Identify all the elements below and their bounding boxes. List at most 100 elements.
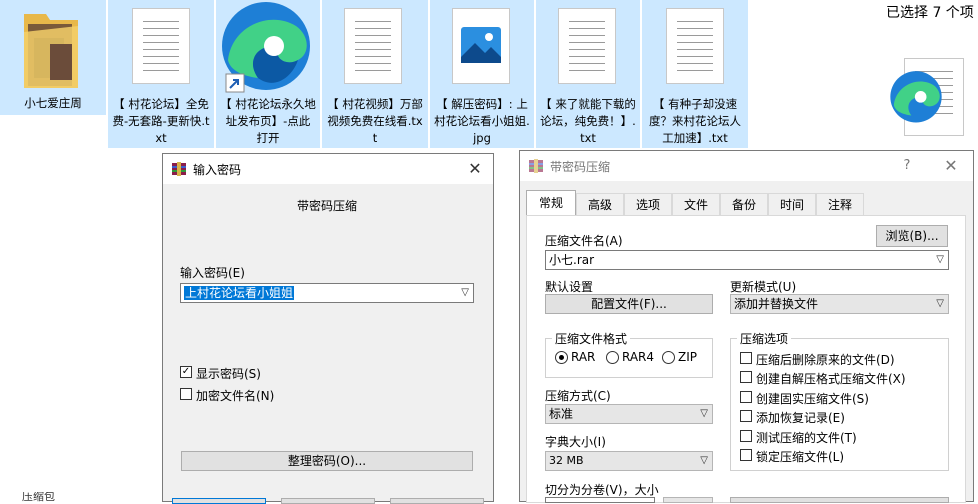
text-file-icon — [344, 8, 402, 84]
winrar-icon — [172, 162, 186, 176]
close-icon[interactable]: ✕ — [463, 158, 487, 180]
file-tile-txt-1[interactable]: 【 村花论坛】全免费-无套路-更新快.txt — [108, 0, 214, 148]
option-test-checkbox[interactable] — [740, 430, 752, 442]
image-file-icon — [452, 8, 510, 84]
file-tile-txt-2[interactable]: 【 村花视频】万部视频免费在线看.txt — [322, 0, 428, 148]
tab-strip: 常规 高级 选项 文件 备份 时间 注释 — [526, 190, 966, 215]
format-rar4-label: RAR4 — [622, 350, 655, 364]
tab-general[interactable]: 常规 — [526, 190, 576, 215]
archive-dialog: 带密码压缩 ? ✕ 常规 高级 选项 文件 备份 时间 注释 压缩文件名(A) … — [519, 150, 974, 503]
edge-icon — [890, 71, 942, 123]
chevron-down-icon[interactable]: ▽ — [700, 405, 708, 423]
update-mode-select[interactable]: 添加并替换文件 ▽ — [730, 294, 949, 314]
preview-pane: 已选择 7 个项 — [860, 0, 978, 150]
organize-passwords-button[interactable]: 整理密码(O)... — [181, 451, 473, 471]
dictionary-label: 字典大小(I) — [545, 435, 606, 449]
file-name: 【 村花论坛】全免费-无套路-更新快.txt — [112, 97, 210, 145]
dictionary-value: 32 MB — [549, 454, 584, 467]
format-rar4-radio[interactable] — [606, 351, 619, 364]
archive-name-value: 小七.rar — [549, 253, 595, 267]
chevron-down-icon[interactable]: ▽ — [700, 452, 708, 470]
dictionary-select[interactable]: 32 MB ▽ — [545, 451, 713, 471]
close-icon[interactable]: ✕ — [939, 155, 963, 177]
chevron-down-icon[interactable]: ▽ — [936, 295, 944, 313]
ok-button[interactable] — [172, 498, 266, 504]
winrar-icon — [529, 159, 543, 173]
update-mode-value: 添加并替换文件 — [734, 297, 819, 311]
dialog-title: 带密码压缩 — [550, 160, 611, 174]
selection-status: 已选择 7 个项 — [886, 5, 974, 21]
option-label: 添加恢复记录(E) — [756, 411, 845, 425]
encrypt-filenames-label: 加密文件名(N) — [196, 389, 275, 403]
tab-backup[interactable]: 备份 — [720, 193, 768, 215]
encrypt-filenames-checkbox[interactable] — [180, 388, 192, 400]
chevron-down-icon[interactable]: ▽ — [461, 284, 469, 302]
format-group-title: 压缩文件格式 — [552, 330, 631, 347]
option-lock-checkbox[interactable] — [740, 449, 752, 461]
format-rar-label: RAR — [571, 350, 596, 364]
file-tile-jpg[interactable]: 【 解压密码】: 上村花论坛看小姐姐.jpg — [430, 0, 534, 148]
option-label: 创建固实压缩文件(S) — [756, 392, 869, 406]
file-tile-txt-3[interactable]: 【 来了就能下载的论坛，纯免费！】.txt — [536, 0, 640, 148]
archive-name-input[interactable]: 小七.rar ▽ — [545, 250, 949, 270]
archive-name-label: 压缩文件名(A) — [545, 234, 623, 248]
archive-dialog-titlebar[interactable]: 带密码压缩 ? ✕ — [520, 151, 973, 181]
show-password-label: 显示密码(S) — [196, 367, 261, 381]
dialog-title: 输入密码 — [193, 163, 242, 177]
tab-time[interactable]: 时间 — [768, 193, 816, 215]
option-recovery-checkbox[interactable] — [740, 410, 752, 422]
file-name: 【 来了就能下载的论坛，纯免费！】.txt — [540, 97, 636, 145]
format-zip-label: ZIP — [678, 350, 697, 364]
password-input[interactable]: 上村花论坛看小姐姐 ▽ — [180, 283, 474, 303]
password-label: 输入密码(E) — [180, 266, 245, 280]
method-value: 标准 — [549, 407, 574, 421]
file-name: 【 解压密码】: 上村花论坛看小姐姐.jpg — [434, 97, 530, 145]
options-group-title: 压缩选项 — [737, 330, 792, 347]
option-label: 测试压缩的文件(T) — [756, 431, 857, 445]
split-volumes-label: 切分为分卷(V)，大小 — [545, 483, 659, 497]
file-name: 【 村花视频】万部视频免费在线看.txt — [327, 97, 423, 145]
dialog-subtitle: 带密码压缩 — [297, 199, 358, 213]
option-label: 压缩后删除原来的文件(D) — [756, 353, 895, 367]
split-unit-select[interactable] — [663, 497, 713, 503]
option-delete-after-checkbox[interactable] — [740, 352, 752, 364]
show-password-checkbox[interactable]: ✓ — [180, 366, 192, 378]
set-password-button[interactable] — [730, 497, 949, 503]
file-name: 【 村花论坛永久地址发布页】-点此打开 — [220, 97, 316, 145]
format-zip-radio[interactable] — [662, 351, 675, 364]
format-rar-radio[interactable] — [555, 351, 568, 364]
option-sfx-checkbox[interactable] — [740, 371, 752, 383]
file-tile-folder[interactable]: 小七爱庄周 — [0, 0, 106, 115]
text-file-icon — [666, 8, 724, 84]
edge-shortcut-icon — [222, 2, 310, 93]
help-icon[interactable]: ? — [895, 155, 919, 177]
tab-files[interactable]: 文件 — [672, 193, 720, 215]
chevron-down-icon[interactable]: ▽ — [936, 251, 944, 269]
file-name: 【 有种子却没速度？来村花论坛人工加速】.txt — [649, 97, 741, 145]
file-tile-txt-4[interactable]: 【 有种子却没速度？来村花论坛人工加速】.txt — [642, 0, 748, 148]
profiles-button[interactable]: 配置文件(F)... — [545, 294, 713, 314]
help-button[interactable] — [390, 498, 484, 504]
explorer-status-fragment: 压缩包 — [22, 492, 55, 502]
tab-options[interactable]: 选项 — [624, 193, 672, 215]
file-name: 小七爱庄周 — [24, 96, 82, 110]
update-mode-label: 更新模式(U) — [730, 280, 797, 294]
text-file-icon — [132, 8, 190, 84]
tab-comment[interactable]: 注释 — [816, 193, 864, 215]
option-label: 锁定压缩文件(L) — [756, 450, 845, 464]
default-settings-label: 默认设置 — [545, 280, 594, 294]
tab-advanced[interactable]: 高级 — [576, 193, 624, 215]
password-dialog: 输入密码 ✕ 带密码压缩 输入密码(E) 上村花论坛看小姐姐 ▽ ✓ 显示密码(… — [162, 153, 494, 504]
file-tile-edge-shortcut[interactable]: 【 村花论坛永久地址发布页】-点此打开 — [216, 0, 320, 148]
method-select[interactable]: 标准 ▽ — [545, 404, 713, 424]
split-size-input[interactable] — [545, 497, 655, 503]
folder-icon — [24, 14, 78, 88]
option-label: 创建自解压格式压缩文件(X) — [756, 372, 906, 386]
option-solid-checkbox[interactable] — [740, 391, 752, 403]
browse-button[interactable]: 浏览(B)... — [876, 225, 948, 247]
text-file-icon — [558, 8, 616, 84]
password-value: 上村花论坛看小姐姐 — [184, 286, 295, 300]
password-dialog-titlebar[interactable]: 输入密码 ✕ — [163, 154, 493, 184]
cancel-button[interactable] — [281, 498, 375, 504]
method-label: 压缩方式(C) — [545, 389, 611, 403]
